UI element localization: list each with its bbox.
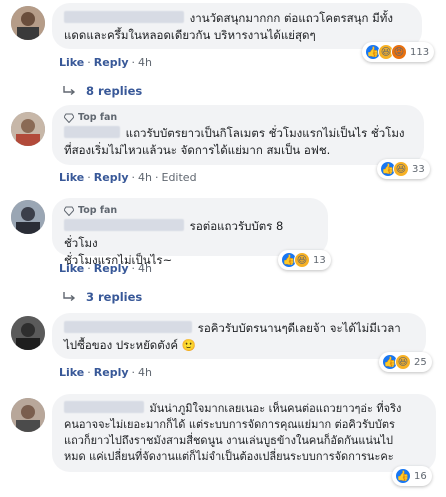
commenter-name[interactable]: [64, 219, 184, 231]
commenter-name[interactable]: [64, 401, 144, 413]
comment-text-3: แถวก็ยาวไปถึงราชมังสามสี่ชดนูน งานเล่นบู…: [64, 434, 393, 447]
comment-text: มันน่าภูมิใจมากเลยเนอะ เห็นคนต่อแถวยาวๆอ…: [149, 402, 402, 415]
like-link[interactable]: Like: [59, 171, 84, 184]
reply-link[interactable]: Reply: [94, 171, 129, 184]
comment-actions: Like · Reply · 4h: [59, 262, 152, 275]
reply-arrow-icon: [63, 86, 76, 96]
reaction-count: 33: [412, 163, 425, 175]
comment-text: งานวัดสนุกมากกก ต่อแถวโคตรสนุก มีทั้ง: [189, 11, 393, 25]
reaction-summary[interactable]: 👍 😆 😡 113: [362, 42, 435, 62]
replies-count[interactable]: 3 replies: [86, 290, 142, 304]
comment-actions: Like · Reply · 4h: [59, 56, 152, 69]
timestamp[interactable]: 4h: [138, 171, 152, 184]
comment-bubble: Top fan รอต่อแถวรับบัตร 8 ชั่วโมง ชั่วโม…: [52, 198, 328, 267]
top-fan-diamond-icon: [64, 113, 74, 123]
top-fan-label: Top fan: [78, 205, 118, 216]
reply-link[interactable]: Reply: [94, 262, 129, 275]
avatar[interactable]: [11, 6, 45, 40]
reaction-summary[interactable]: 👍 😆 33: [377, 159, 430, 179]
top-fan-diamond-icon: [64, 206, 74, 216]
reaction-count: 13: [313, 254, 326, 266]
comment-text-2: ที่สองเริ่มไม่ไหวแล้วนะ จัดการได้แย่มาก …: [64, 143, 331, 157]
angry-reaction-icon: 😡: [391, 44, 407, 60]
avatar[interactable]: [11, 200, 45, 234]
timestamp[interactable]: 4h: [138, 262, 152, 275]
reaction-count: 25: [414, 356, 427, 368]
reaction-summary[interactable]: 👍 😆 13: [278, 250, 331, 270]
like-reaction-icon: 👍: [395, 468, 411, 484]
avatar[interactable]: [11, 316, 45, 350]
replies-count[interactable]: 8 replies: [86, 84, 142, 98]
timestamp[interactable]: 4h: [138, 366, 152, 379]
reaction-summary[interactable]: 👍 16: [392, 466, 432, 486]
haha-reaction-icon: 😆: [393, 161, 409, 177]
reaction-summary[interactable]: 👍 😆 25: [379, 352, 432, 372]
comment-text: แถวรับบัตรยาวเป็นกิโลเมตร ชั่วโมงแรกไม่เ…: [125, 126, 405, 140]
comment-bubble: มันน่าภูมิใจมากเลยเนอะ เห็นคนต่อแถวยาวๆอ…: [52, 394, 436, 472]
haha-reaction-icon: 😆: [395, 354, 411, 370]
top-fan-badge: Top fan: [64, 112, 412, 124]
comment-text-2: ไปซื้อของ ประหยัดตังค์ 🙂: [64, 338, 197, 352]
like-link[interactable]: Like: [59, 56, 84, 69]
commenter-name[interactable]: [64, 11, 184, 23]
top-fan-label: Top fan: [78, 112, 118, 123]
commenter-name[interactable]: [64, 321, 192, 333]
reply-link[interactable]: Reply: [94, 366, 129, 379]
timestamp[interactable]: 4h: [138, 56, 152, 69]
like-link[interactable]: Like: [59, 366, 84, 379]
view-replies-link[interactable]: 3 replies: [62, 290, 142, 304]
top-fan-badge: Top fan: [64, 205, 316, 217]
like-link[interactable]: Like: [59, 262, 84, 275]
avatar[interactable]: [11, 398, 45, 432]
view-replies-link[interactable]: 8 replies: [62, 84, 142, 98]
comment-actions: Like · Reply · 4h · Edited: [59, 171, 197, 184]
comment-text-2: คนอาจจะไม่เยอะมากก็ได้ แต่ระบบการจัดการค…: [64, 418, 395, 431]
comment-text-2: แดดและครึ้มในหลอดเดียวกัน บริหารงานได้แย…: [64, 28, 316, 42]
comment-text-4: หมด แค่เปลี่ยนที่จัดงานแต่ก็ไม่จำเป็นต้อ…: [64, 450, 394, 463]
comment-actions: Like · Reply · 4h: [59, 366, 152, 379]
haha-reaction-icon: 😆: [294, 252, 310, 268]
edited-label[interactable]: Edited: [162, 171, 197, 184]
comment-bubble: รอคิวรับบัตรนานๆดีเลยจ้า จะได้ไม่มีเวลา …: [52, 313, 426, 359]
comment-text: รอคิวรับบัตรนานๆดีเลยจ้า จะได้ไม่มีเวลา: [197, 321, 401, 335]
reaction-count: 113: [410, 46, 430, 58]
avatar[interactable]: [11, 112, 45, 146]
reply-arrow-icon: [63, 292, 76, 302]
reaction-count: 16: [414, 470, 427, 482]
reply-link[interactable]: Reply: [94, 56, 129, 69]
commenter-name[interactable]: [64, 126, 120, 138]
comment-bubble: Top fan แถวรับบัตรยาวเป็นกิโลเมตร ชั่วโม…: [52, 105, 424, 165]
